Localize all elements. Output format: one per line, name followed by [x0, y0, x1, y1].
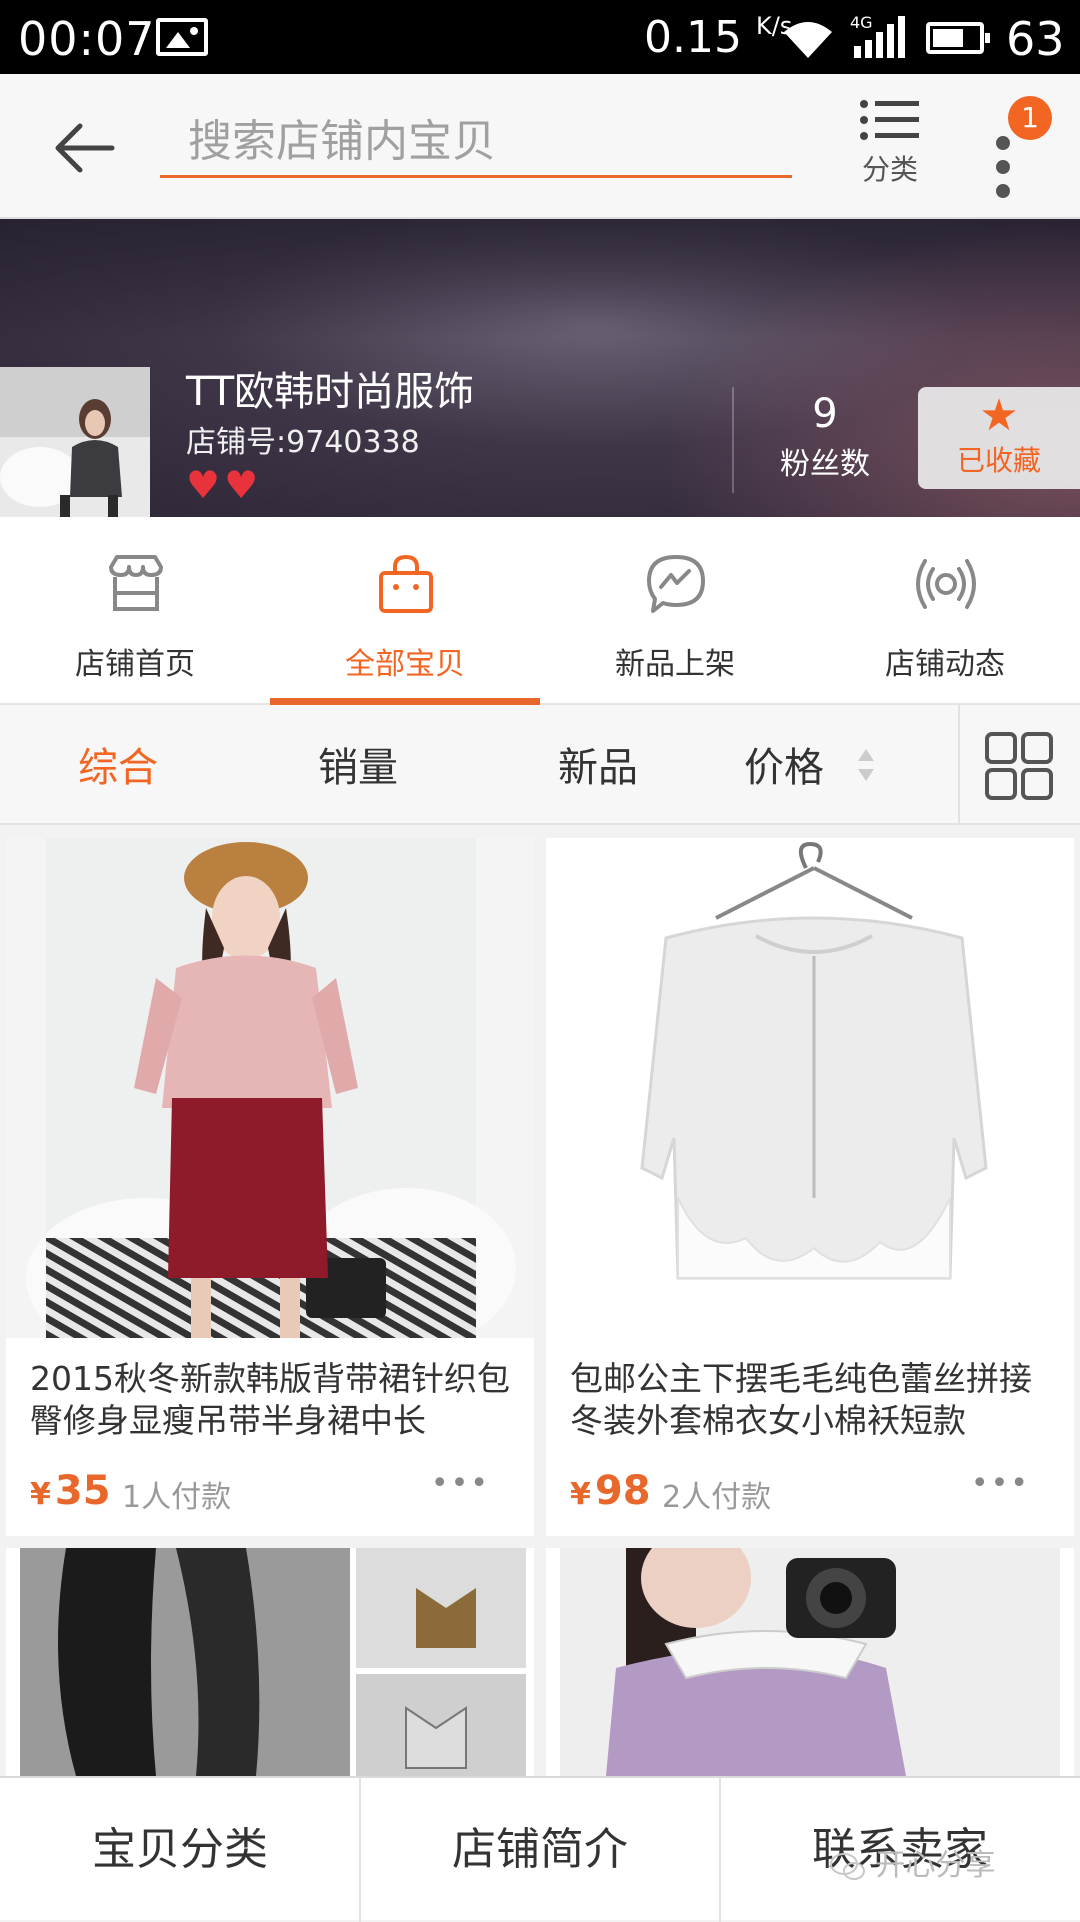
shop-banner: TT欧韩时尚服饰 店铺号:9740338 ♥ ♥ 9 粉丝数 ★ 已收藏	[0, 219, 1080, 517]
cellular-signal-icon: 4G	[850, 12, 910, 66]
sort-bar: 综合 销量 新品 价格	[0, 705, 1080, 825]
tab-shop-home[interactable]: 店铺首页	[0, 517, 270, 705]
notification-badge: 1	[1008, 96, 1052, 140]
product-price-value: 98	[594, 1468, 651, 1514]
star-icon: ★	[979, 390, 1019, 441]
fans-count: 9	[812, 391, 838, 437]
fans-label: 粉丝数	[780, 447, 870, 482]
wifi-icon	[784, 22, 832, 58]
tab-shop-updates[interactable]: 店铺动态	[810, 517, 1080, 705]
tab-new-arrivals[interactable]: 新品上架	[540, 517, 810, 705]
heart-icon: ♥	[186, 463, 221, 507]
store-icon	[109, 555, 163, 611]
currency-symbol: ¥	[570, 1477, 591, 1512]
gallery-notification-icon	[156, 18, 208, 56]
sort-sales[interactable]: 销量	[318, 735, 398, 793]
tab-label: 店铺动态	[885, 647, 1005, 682]
heart-icon: ♥	[224, 463, 259, 507]
shopping-bag-icon	[379, 554, 433, 613]
broadcast-icon	[916, 559, 976, 609]
shop-nav-tabs: 店铺首页 全部宝贝 新品上架 店铺动态	[0, 517, 1080, 705]
category-label: 分类	[861, 153, 918, 186]
shop-avatar[interactable]	[0, 367, 150, 517]
shop-intro-button[interactable]: 店铺简介	[360, 1778, 720, 1922]
new-arrival-icon	[647, 555, 705, 613]
active-tab-indicator	[270, 698, 540, 705]
wechat-icon	[830, 1852, 865, 1880]
more-options-icon[interactable]: •••	[431, 1466, 490, 1501]
product-card[interactable]	[546, 1548, 1074, 1776]
status-bar: 00:07 0.15 K/s 4G 63	[0, 0, 1080, 74]
divider	[732, 387, 734, 493]
tab-label: 新品上架	[615, 647, 735, 682]
grid-view-icon[interactable]	[984, 731, 1054, 801]
product-card[interactable]: 2015秋冬新款韩版背带裙针织包臀修身显瘦吊带半身裙中长 ¥35 1人付款 ••…	[6, 838, 534, 1536]
favorite-label: 已收藏	[956, 444, 1041, 477]
divider	[958, 705, 960, 825]
product-card[interactable]: 包邮公主下摆毛毛纯色蕾丝拼接冬装外套棉衣女小棉袄短款 ¥98 2人付款 •••	[546, 838, 1074, 1536]
product-price-value: 35	[54, 1468, 111, 1514]
list-menu-icon	[860, 100, 919, 140]
shop-id: 店铺号:9740338	[186, 425, 420, 460]
shop-name: TT欧韩时尚服饰	[186, 369, 475, 415]
watermark-text: 开心分享	[875, 1848, 996, 1883]
product-sales: 1人付款	[122, 1480, 232, 1515]
search-field[interactable]	[160, 108, 792, 178]
more-options-icon[interactable]: •••	[971, 1466, 1030, 1501]
tab-all-items[interactable]: 全部宝贝	[270, 517, 540, 705]
watermark: 开心分享	[830, 1840, 996, 1884]
product-price: ¥35	[30, 1468, 111, 1514]
sort-comprehensive[interactable]: 综合	[78, 735, 158, 793]
network-type-label: 4G	[850, 13, 873, 32]
network-speed: 0.15 K/s	[644, 12, 792, 63]
status-time: 00:07	[18, 12, 156, 66]
product-image	[546, 838, 1074, 1338]
item-categories-button[interactable]: 宝贝分类	[0, 1778, 360, 1922]
battery-level: 63	[1006, 12, 1065, 66]
sort-arrows-icon	[858, 749, 874, 781]
back-arrow-icon[interactable]	[50, 118, 120, 178]
product-price: ¥98	[570, 1468, 651, 1514]
product-title: 2015秋冬新款韩版背带裙针织包臀修身显瘦吊带半身裙中长	[30, 1359, 510, 1440]
product-image	[546, 1548, 1074, 1776]
product-image	[6, 838, 534, 1338]
tab-label: 全部宝贝	[345, 647, 465, 682]
product-image	[6, 1548, 534, 1776]
sort-new[interactable]: 新品	[558, 735, 638, 793]
currency-symbol: ¥	[30, 1477, 51, 1512]
category-button[interactable]: 分类	[850, 98, 930, 208]
shop-rating: ♥ ♥	[186, 463, 262, 507]
favorite-button[interactable]: ★ 已收藏	[918, 387, 1080, 489]
search-input[interactable]	[160, 108, 792, 174]
tab-label: 店铺首页	[75, 647, 195, 682]
fans-counter: 9 粉丝数	[760, 391, 890, 483]
sort-price[interactable]: 价格	[744, 735, 824, 793]
product-card[interactable]	[6, 1548, 534, 1776]
network-speed-value: 0.15	[644, 12, 742, 63]
battery-icon	[926, 22, 990, 54]
top-bar: 分类 1	[0, 74, 1080, 219]
product-title: 包邮公主下摆毛毛纯色蕾丝拼接冬装外套棉衣女小棉袄短款	[570, 1359, 1032, 1440]
product-sales: 2人付款	[662, 1480, 772, 1515]
